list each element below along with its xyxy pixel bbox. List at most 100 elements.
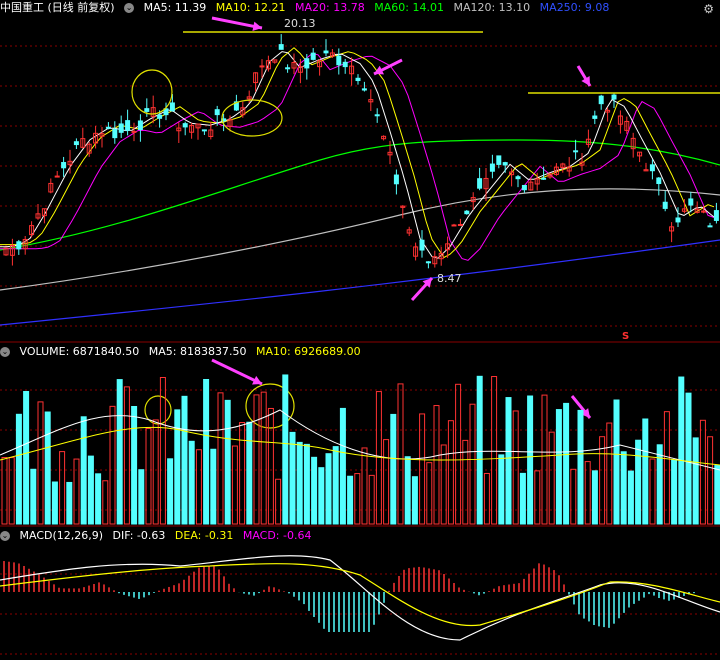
volume-bar — [534, 470, 541, 525]
volume-bar — [555, 409, 562, 525]
candle-body — [489, 163, 495, 172]
volume-bar — [519, 472, 526, 525]
signal-marker: S — [622, 331, 630, 342]
volume-bar — [188, 440, 195, 525]
volume-bar — [483, 472, 490, 525]
ma120-label: MA120: 13.10 — [453, 1, 531, 14]
price-header: 中国重工 (日线 前复权) ⌄ MA5: 11.39 MA10: 12.21 M… — [0, 0, 615, 16]
volume-bar — [383, 439, 390, 525]
dif-line — [0, 555, 720, 641]
volume-bar — [491, 376, 498, 525]
volume-bar — [433, 405, 440, 525]
gear-icon[interactable]: ⚙ — [703, 2, 714, 16]
ma10-label: MA10: 12.21 — [215, 1, 286, 14]
dif-label: DIF: -0.63 — [112, 529, 166, 542]
high-price-label: 20.13 — [284, 17, 316, 30]
candle-body — [502, 162, 508, 166]
ma5-line — [0, 51, 715, 259]
volume-bar — [447, 420, 454, 525]
macd-label: MACD: -0.64 — [242, 529, 312, 542]
stock-title: 中国重工 (日线 前复权) — [0, 1, 115, 14]
volume-bar — [59, 451, 66, 525]
candle-body — [592, 115, 598, 119]
volume-bar — [138, 469, 145, 525]
volume-bar — [606, 422, 613, 525]
volume-bar — [440, 444, 447, 525]
candle-body — [688, 198, 694, 206]
macd-header: ⌄ MACD(12,26,9) DIF: -0.63 DEA: -0.31 MA… — [0, 528, 317, 544]
volume-bar — [66, 481, 73, 525]
volume-bar — [707, 436, 714, 525]
circle-icon[interactable]: ⌄ — [0, 531, 10, 541]
volume-bar — [627, 470, 634, 525]
volume-title: VOLUME: 6871840.50 — [19, 345, 140, 358]
volume-bar — [347, 475, 354, 525]
volume-bar — [397, 383, 404, 525]
dea-line — [0, 563, 720, 627]
candle-body — [464, 210, 470, 215]
volume-bar — [685, 392, 692, 525]
volume-bar — [102, 480, 109, 525]
candle-body — [54, 175, 60, 178]
volume-bar — [692, 437, 699, 525]
candle-body — [707, 225, 713, 228]
volume-bar — [577, 409, 584, 525]
candle-body — [285, 67, 291, 70]
volume-bar — [390, 413, 397, 525]
volume-bar — [663, 411, 670, 525]
volume-bar — [426, 462, 433, 525]
volume-bar — [167, 458, 174, 525]
volume-bar — [361, 447, 368, 525]
volume-bar — [570, 468, 577, 525]
volume-bar — [289, 431, 296, 525]
volume-bar — [563, 402, 570, 525]
volume-bar — [635, 439, 642, 525]
candle-body — [16, 241, 22, 250]
volume-bar — [210, 448, 217, 525]
candle-body — [259, 65, 265, 68]
candle-body — [656, 177, 662, 185]
volume-bar — [267, 407, 274, 525]
candle-body — [169, 102, 175, 112]
volume-bar — [678, 376, 685, 525]
circle-icon[interactable]: ⌄ — [0, 347, 10, 357]
candle-body — [374, 114, 380, 117]
volume-bar — [275, 478, 282, 525]
volume-bar — [620, 451, 627, 525]
volume-bar — [318, 467, 325, 525]
candle-body — [182, 123, 188, 128]
candle-body — [125, 120, 131, 131]
candle-body — [131, 130, 137, 133]
volume-bar — [455, 383, 462, 525]
candle-body — [451, 224, 457, 227]
ma120-line — [0, 188, 720, 291]
volume-bar — [109, 405, 116, 525]
circle-icon[interactable]: ⌄ — [124, 3, 135, 13]
volume-bar — [8, 457, 15, 525]
volume-bar — [311, 456, 318, 525]
volume-bar — [354, 473, 361, 525]
candle-body — [419, 239, 425, 251]
volume-bar — [116, 379, 123, 525]
volume-bar — [239, 422, 246, 525]
volume-bar — [699, 419, 706, 525]
candle-body — [336, 55, 342, 66]
ma250-label: MA250: 9.08 — [539, 1, 610, 14]
volume-bar — [671, 459, 678, 525]
volume-bar — [253, 394, 260, 525]
volume-bar — [591, 470, 598, 525]
volume-bar — [714, 465, 720, 525]
volume-bar — [303, 443, 310, 525]
candle-body — [496, 155, 502, 165]
volume-bar — [642, 418, 649, 525]
chart-canvas[interactable] — [0, 0, 720, 660]
candle-body — [73, 141, 79, 146]
candle-body — [61, 162, 67, 169]
candle-body — [457, 224, 463, 227]
volume-bar — [656, 444, 663, 525]
candle-body — [157, 114, 163, 119]
volume-bar — [246, 421, 253, 525]
volume-bar — [203, 379, 210, 525]
ma20-line — [0, 53, 715, 261]
candle-body — [515, 176, 521, 180]
